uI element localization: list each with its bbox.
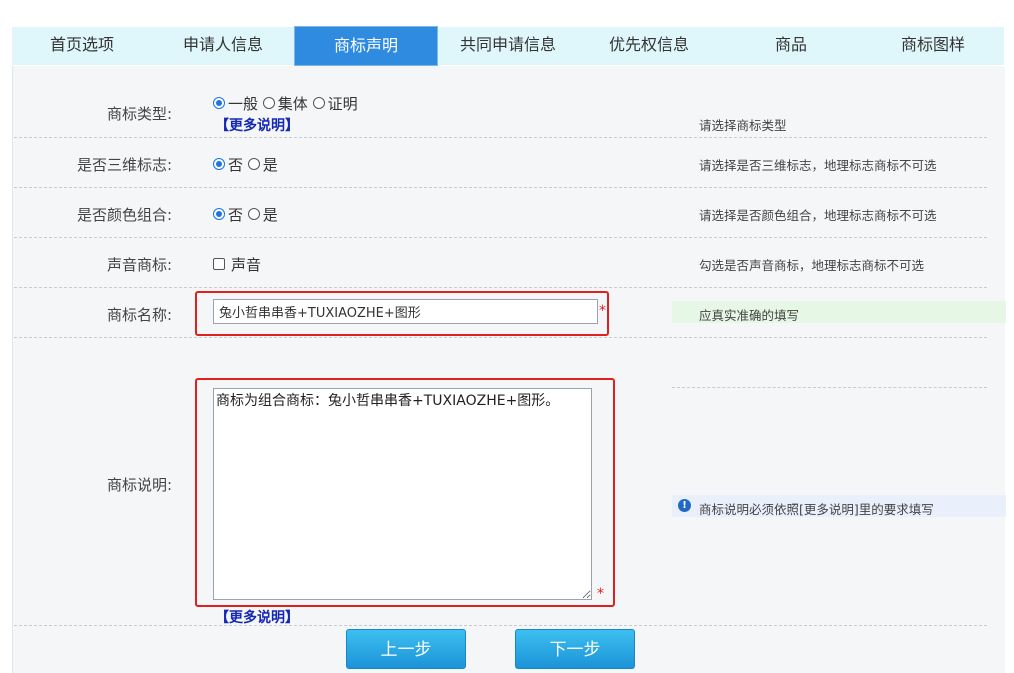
tab-goods[interactable]: 商品	[720, 27, 862, 65]
tab-trademark-image[interactable]: 商标图样	[862, 27, 1004, 65]
row-divider	[14, 625, 987, 626]
radio-color-yes[interactable]: 是	[247, 206, 278, 224]
prev-step-button[interactable]: 上一步	[346, 629, 466, 669]
radio-type-general[interactable]: 一般	[213, 95, 258, 113]
radio-three-d-no[interactable]: 否	[213, 156, 243, 174]
radio-color-no[interactable]: 否	[213, 206, 243, 224]
radio-three-d-yes[interactable]: 是	[247, 156, 278, 174]
three-d-hint: 请选择是否三维标志，地理标志商标不可选	[699, 158, 937, 173]
trademark-type-hint: 请选择商标类型	[699, 118, 787, 133]
required-mark: *	[597, 586, 604, 602]
next-step-button[interactable]: 下一步	[515, 629, 635, 669]
trademark-name-hint: 应真实准确的填写	[699, 308, 800, 323]
tab-applicant-info[interactable]: 申请人信息	[152, 27, 294, 65]
three-d-label: 是否三维标志:	[76, 156, 172, 174]
tab-priority-info[interactable]: 优先权信息	[578, 27, 720, 65]
checkbox-icon[interactable]	[213, 257, 225, 270]
trademark-type-label: 商标类型:	[106, 105, 172, 123]
sound-checkbox[interactable]: 声音	[213, 254, 261, 275]
more-info-link-description[interactable]: 【更多说明】	[215, 607, 299, 627]
row-divider	[14, 287, 987, 288]
radio-type-certification[interactable]: 证明	[312, 95, 358, 113]
color-combination-options: 否 是	[213, 204, 278, 225]
tab-home-options[interactable]: 首页选项	[12, 27, 152, 65]
row-divider	[14, 137, 987, 138]
row-divider	[672, 387, 987, 388]
row-divider	[14, 187, 987, 188]
trademark-description-label: 商标说明:	[106, 476, 172, 494]
color-combination-hint: 请选择是否颜色组合，地理标志商标不可选	[699, 208, 937, 223]
row-divider	[14, 337, 987, 338]
info-icon: !	[678, 499, 691, 512]
required-mark: *	[599, 303, 606, 319]
trademark-name-label: 商标名称:	[106, 306, 172, 324]
sound-trademark-label: 声音商标:	[106, 256, 172, 274]
radio-type-collective[interactable]: 集体	[262, 95, 308, 113]
sound-trademark-hint: 勾选是否声音商标，地理标志商标不可选	[699, 258, 925, 273]
tab-joint-application[interactable]: 共同申请信息	[438, 27, 578, 65]
tab-trademark-statement[interactable]: 商标声明	[294, 26, 438, 66]
trademark-name-input[interactable]	[213, 299, 598, 324]
trademark-description-textarea[interactable]: 商标为组合商标：兔小哲串串香+TUXIAOZHE+图形。	[213, 388, 592, 600]
row-divider	[14, 237, 987, 238]
three-d-options: 否 是	[213, 154, 278, 175]
trademark-description-hint: 商标说明必须依照[更多说明]里的要求填写	[699, 502, 934, 517]
trademark-type-options: 一般 集体 证明	[213, 93, 358, 114]
tab-bar: 首页选项 申请人信息 商标声明 共同申请信息 优先权信息 商品 商标图样	[12, 26, 1004, 66]
color-combination-label: 是否颜色组合:	[76, 206, 172, 224]
more-info-link-type[interactable]: 【更多说明】	[215, 115, 299, 135]
